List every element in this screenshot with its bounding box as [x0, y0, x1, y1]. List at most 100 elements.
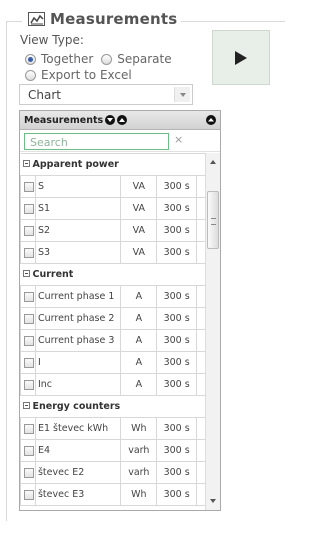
measurement-unit: A — [120, 307, 158, 330]
table-row[interactable]: števec E3 Wh 300 s — [20, 483, 206, 506]
table-row[interactable]: Current phase 1 A 300 s — [20, 285, 206, 308]
table-row[interactable]: Current phase 2 A 300 s — [20, 307, 206, 330]
group-cell: Apparent power — [20, 153, 206, 176]
checkbox-cell — [20, 285, 36, 308]
checkbox-cell — [20, 329, 36, 352]
radio-separate-label[interactable]: Separate — [117, 52, 171, 66]
search-input[interactable] — [24, 133, 169, 150]
row-checkbox[interactable] — [24, 335, 34, 346]
row-checkbox[interactable] — [24, 247, 34, 258]
group-row[interactable]: Energy counters — [20, 395, 206, 418]
scrollbar[interactable] — [205, 153, 220, 510]
measurement-name: S1 — [34, 197, 122, 220]
radio-together-label[interactable]: Together — [41, 52, 93, 66]
radio-export-excel-label[interactable]: Export to Excel — [41, 68, 132, 82]
measurement-name: Current phase 3 — [34, 329, 122, 352]
measurement-name: I — [34, 351, 122, 374]
radio-separate[interactable] — [101, 53, 113, 65]
row-checkbox[interactable] — [24, 445, 34, 456]
measurement-unit: A — [120, 351, 158, 374]
measurement-name: S3 — [34, 241, 122, 264]
scroll-up-icon[interactable] — [206, 155, 220, 169]
panel-title: Measurements — [24, 114, 104, 126]
measurement-name: E4 — [34, 439, 122, 462]
measurement-unit: varh — [120, 439, 158, 462]
collapse-group-icon[interactable] — [22, 160, 30, 167]
table-row[interactable]: E4 varh 300 s — [20, 439, 206, 462]
measurements-panel: Measurements × Apparent powerSVA300 sS1V… — [19, 110, 221, 511]
measurement-period: 300 s — [156, 483, 198, 506]
row-checkbox[interactable] — [24, 467, 34, 478]
row-checkbox[interactable] — [24, 423, 34, 434]
group-name: Energy counters — [32, 401, 121, 412]
group-row[interactable]: Current — [20, 263, 206, 286]
row-checkbox[interactable] — [24, 489, 34, 500]
measurement-name: števec E2 — [34, 461, 122, 484]
table-row[interactable]: I A 300 s — [20, 351, 206, 374]
measurement-name: E1 števec kWh — [34, 417, 122, 440]
row-checkbox[interactable] — [24, 181, 34, 192]
table-row[interactable]: Inc A 300 s — [20, 373, 206, 396]
measurement-name: S2 — [34, 219, 122, 242]
measurement-name: Current phase 1 — [34, 285, 122, 308]
measurements-table: Apparent power S VA 300 s S1 VA 300 s S2 VA 300 s… — [20, 153, 206, 506]
collapse-group-icon[interactable] — [22, 270, 30, 277]
measurement-period: 300 s — [156, 351, 198, 374]
table-row[interactable]: S2 VA 300 s — [20, 219, 206, 242]
checkbox-cell — [20, 241, 36, 264]
row-checkbox[interactable] — [24, 313, 34, 324]
clear-search-icon[interactable]: × — [174, 133, 183, 146]
measurements-list: Apparent power S VA 300 s S1 VA 300 s S2 VA 300 s… — [20, 153, 206, 510]
table-row[interactable]: S3 VA 300 s — [20, 241, 206, 264]
row-checkbox[interactable] — [24, 225, 34, 236]
row-checkbox[interactable] — [24, 291, 34, 302]
group-row[interactable]: Apparent power — [20, 153, 206, 176]
measurement-unit: A — [120, 329, 158, 352]
measurement-unit: Wh — [120, 417, 158, 440]
row-checkbox[interactable] — [24, 379, 34, 390]
measurement-name: Current phase 2 — [34, 307, 122, 330]
table-row[interactable]: S VA 300 s — [20, 175, 206, 198]
radio-together[interactable] — [25, 53, 36, 65]
measurement-unit: VA — [120, 219, 158, 242]
measurement-unit: Wh — [120, 483, 158, 506]
chart-type-select[interactable]: Chart — [19, 84, 193, 105]
measurement-period: 300 s — [156, 175, 198, 198]
checkbox-cell — [20, 351, 36, 374]
group-cell: Energy counters — [20, 395, 206, 418]
run-button[interactable] — [212, 30, 270, 85]
chart-type-value: Chart — [28, 88, 61, 102]
measurement-unit: VA — [120, 197, 158, 220]
table-row[interactable]: E1 števec kWh Wh 300 s — [20, 417, 206, 440]
sort-down-icon[interactable] — [105, 115, 116, 125]
area-chart-icon — [28, 12, 45, 26]
row-checkbox[interactable] — [24, 203, 34, 214]
measurement-period: 300 s — [156, 241, 198, 264]
play-icon — [235, 50, 247, 65]
chevron-down-icon[interactable] — [174, 87, 190, 102]
group-cell: Current — [20, 263, 206, 286]
collapse-icon[interactable] — [206, 115, 216, 125]
collapse-group-icon[interactable] — [22, 402, 30, 409]
measurement-period: 300 s — [156, 285, 198, 308]
sort-up-icon[interactable] — [117, 115, 128, 125]
measurement-period: 300 s — [156, 417, 198, 440]
search-row: × — [20, 130, 220, 152]
measurement-name: Inc — [34, 373, 122, 396]
table-row[interactable]: števec E2 varh 300 s — [20, 461, 206, 484]
scroll-down-icon[interactable] — [206, 494, 220, 508]
measurement-unit: varh — [120, 461, 158, 484]
measurement-unit: VA — [120, 175, 158, 198]
radio-export-excel[interactable] — [25, 69, 36, 81]
panel-header: Measurements — [20, 111, 220, 130]
table-row[interactable]: Current phase 3 A 300 s — [20, 329, 206, 352]
checkbox-cell — [20, 461, 36, 484]
scrollbar-thumb[interactable] — [207, 191, 219, 249]
measurement-period: 300 s — [156, 461, 198, 484]
table-row[interactable]: S1 VA 300 s — [20, 197, 206, 220]
measurement-period: 300 s — [156, 373, 198, 396]
measurement-name: S — [34, 175, 122, 198]
row-checkbox[interactable] — [24, 357, 34, 368]
measurement-period: 300 s — [156, 197, 198, 220]
group-name: Apparent power — [32, 159, 119, 170]
